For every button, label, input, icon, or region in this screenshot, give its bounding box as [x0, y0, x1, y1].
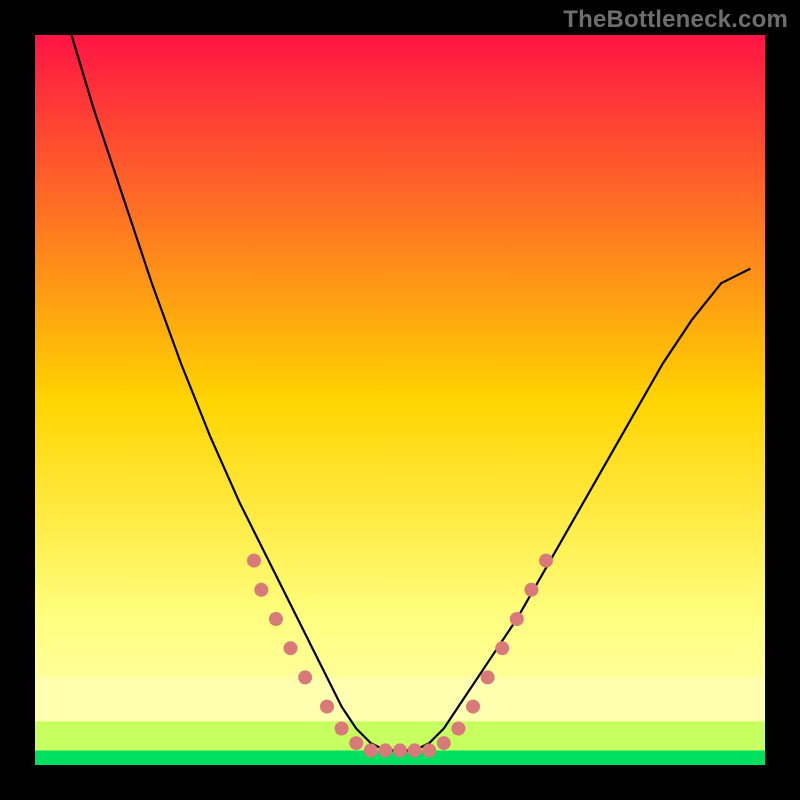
marker-dot: [284, 641, 298, 655]
marker-dot: [335, 722, 349, 736]
marker-dot: [481, 670, 495, 684]
chart-frame: TheBottleneck.com: [0, 0, 800, 800]
gradient-background: [35, 35, 765, 765]
marker-dot: [254, 583, 268, 597]
marker-dot: [510, 612, 524, 626]
marker-dot: [320, 700, 334, 714]
marker-dot: [298, 670, 312, 684]
marker-dot: [408, 743, 422, 757]
marker-dot: [495, 641, 509, 655]
marker-dot: [393, 743, 407, 757]
marker-dot: [524, 583, 538, 597]
marker-dot: [269, 612, 283, 626]
marker-dot: [378, 743, 392, 757]
marker-dot: [349, 736, 363, 750]
marker-dot: [539, 554, 553, 568]
marker-dot: [437, 736, 451, 750]
marker-dot: [247, 554, 261, 568]
watermark-text: TheBottleneck.com: [563, 6, 788, 34]
marker-dot: [451, 722, 465, 736]
marker-dot: [466, 700, 480, 714]
marker-dot: [364, 743, 378, 757]
marker-dot: [422, 743, 436, 757]
chart-plot: [35, 35, 765, 765]
cream-band: [35, 677, 765, 721]
